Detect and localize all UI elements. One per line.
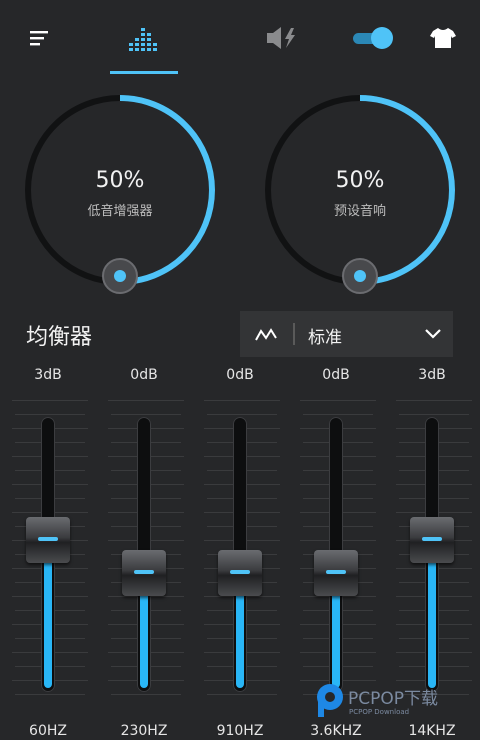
watermark-subtext: PCPOP Download — [349, 708, 409, 716]
thumb-indicator — [134, 569, 154, 574]
thumb-indicator — [326, 569, 346, 574]
band-gain-label: 0dB — [226, 367, 254, 383]
virtualizer-dial[interactable]: 50% 预设音响 — [264, 94, 456, 294]
curve-icon — [255, 328, 277, 341]
band-frequency-label: 3.6KHZ — [310, 723, 362, 739]
thumb-indicator — [38, 536, 58, 541]
band-gain-label: 3dB — [34, 367, 62, 383]
volume-boost-icon — [267, 27, 295, 49]
eq-band-60hz: 3dB 60HZ — [8, 360, 88, 740]
virtualizer-value: 50% — [335, 168, 385, 193]
band-gain-label: 0dB — [130, 367, 158, 383]
bass-boost-dial[interactable]: 50% 低音增强器 — [24, 94, 216, 294]
band-frequency-label: 60HZ — [29, 723, 67, 739]
preset-value: 标准 — [308, 328, 342, 348]
thumb-indicator — [422, 536, 442, 541]
band-slider-thumb[interactable] — [410, 516, 454, 563]
virtualizer-knob-dot — [354, 270, 366, 282]
eq-band-230hz: 0dB 230HZ — [104, 360, 184, 740]
virtualizer-label: 预设音响 — [333, 204, 386, 219]
toggle-switch-icon — [353, 27, 393, 49]
menu-button[interactable] — [20, 18, 60, 58]
band-gain-label: 0dB — [322, 367, 350, 383]
power-toggle[interactable] — [350, 18, 396, 58]
eq-band-910hz: 0dB 910HZ — [200, 360, 280, 740]
bass-boost-ring — [25, 95, 215, 294]
band-frequency-label: 230HZ — [120, 723, 168, 739]
virtualizer-ring — [265, 95, 455, 294]
bass-boost-label: 低音增强器 — [87, 204, 153, 219]
bass-boost-knob-dot — [114, 270, 126, 282]
tab-skins[interactable] — [424, 18, 462, 58]
chevron-down-icon — [425, 329, 441, 339]
top-bar — [0, 0, 480, 76]
band-gain-label: 3dB — [418, 367, 446, 383]
band-frequency-label: 910HZ — [216, 723, 264, 739]
tab-volume-boost[interactable] — [262, 18, 302, 58]
equalizer-icon — [129, 28, 157, 51]
band-slider-thumb[interactable] — [314, 549, 358, 596]
preset-dropdown[interactable]: 标准 — [240, 311, 453, 357]
thumb-indicator — [230, 569, 250, 574]
band-slider-thumb[interactable] — [26, 516, 70, 563]
watermark-logo: PCPOP下载 PCPOP Download — [317, 684, 438, 717]
bass-boost-value: 50% — [95, 168, 145, 193]
active-tab-indicator — [110, 71, 178, 74]
watermark-text: PCPOP下载 — [348, 689, 438, 709]
preset-divider — [293, 323, 295, 345]
band-slider-thumb[interactable] — [218, 549, 262, 596]
band-slider-thumb[interactable] — [122, 549, 166, 596]
band-frequency-label: 14KHZ — [408, 723, 456, 739]
equalizer-title: 均衡器 — [26, 325, 93, 350]
menu-icon — [30, 31, 48, 46]
tshirt-icon — [430, 28, 456, 48]
tab-equalizer[interactable] — [120, 18, 168, 58]
